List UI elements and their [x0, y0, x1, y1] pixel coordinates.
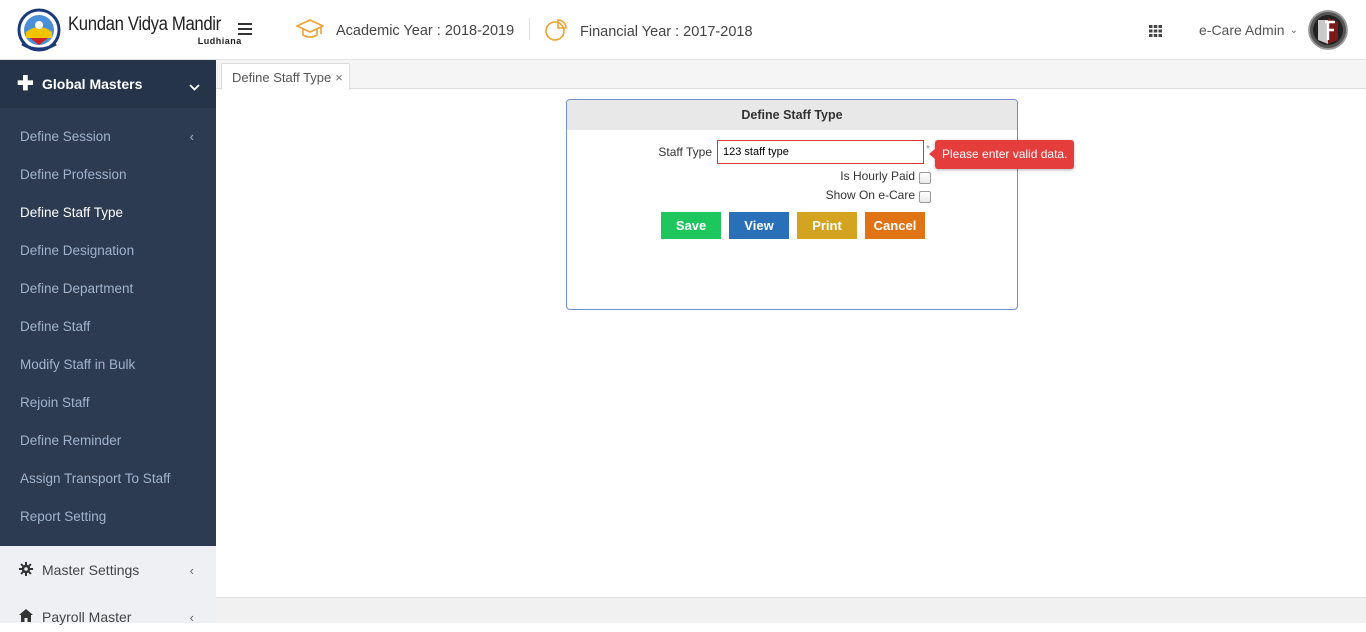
sidebar-item-label: Rejoin Staff	[20, 395, 90, 410]
tab-define-staff-type[interactable]: Define Staff Type ×	[221, 63, 350, 90]
sidebar-item-modify-staff-bulk[interactable]: Modify Staff in Bulk	[0, 346, 216, 384]
sidebar-item-label: Define Designation	[20, 243, 135, 258]
sidebar-item-label: Define Profession	[20, 167, 127, 182]
graduation-cap-icon	[295, 18, 325, 44]
sidebar-item-label: Define Session	[20, 129, 111, 144]
gear-icon	[19, 561, 42, 579]
save-button[interactable]: Save	[661, 212, 721, 239]
header-divider	[529, 18, 530, 40]
chevron-down-icon	[189, 78, 200, 96]
sidebar-item-rejoin-staff[interactable]: Rejoin Staff	[0, 384, 216, 422]
sidebar-group-label: Global Masters	[42, 76, 143, 92]
sidebar-item-define-staff[interactable]: Define Staff	[0, 308, 216, 346]
apps-grid-icon[interactable]	[1149, 24, 1162, 37]
panel-title: Define Staff Type	[567, 100, 1017, 130]
sidebar-item-label: Master Settings	[42, 562, 140, 578]
sidebar-item-define-department[interactable]: Define Department	[0, 270, 216, 308]
sidebar-item-payroll-master[interactable]: Payroll Master ‹	[0, 602, 216, 632]
financial-year: Financial Year : 2017-2018	[544, 18, 753, 46]
chevron-left-icon: ‹	[189, 562, 194, 578]
sidebar-item-report-setting[interactable]: Report Setting	[0, 498, 216, 536]
sidebar-item-label: Define Staff	[20, 319, 91, 334]
sidebar-item-label: Define Reminder	[20, 433, 122, 448]
sidebar-item-label: Report Setting	[20, 509, 107, 524]
tab-label: Define Staff Type	[232, 69, 332, 85]
footer-bar	[216, 597, 1366, 623]
print-button[interactable]: Print	[797, 212, 857, 239]
sidebar-item-define-reminder[interactable]: Define Reminder	[0, 422, 216, 460]
chevron-left-icon: ‹	[189, 609, 194, 625]
sidebar-item-define-staff-type[interactable]: Define Staff Type	[0, 194, 216, 232]
sidebar-group-global-masters[interactable]: ✚ Global Masters	[0, 60, 216, 108]
school-logo	[16, 8, 62, 54]
tab-bar: Define Staff Type ×	[216, 60, 1366, 90]
view-button[interactable]: View	[729, 212, 789, 239]
sidebar-item-assign-transport[interactable]: Assign Transport To Staff	[0, 460, 216, 498]
user-menu[interactable]: e-Care Admin ⌄	[1199, 22, 1298, 38]
sidebar-bottom-section: Master Settings ‹ Payroll Master ‹	[0, 546, 216, 625]
sidebar-item-label: Modify Staff in Bulk	[20, 357, 136, 372]
sidebar-item-label: Assign Transport To Staff	[20, 471, 171, 486]
staff-type-label: Staff Type	[658, 145, 712, 159]
cancel-button[interactable]: Cancel	[865, 212, 925, 239]
brand-name: Kundan Vidya Mandir	[68, 14, 221, 35]
menu-toggle-icon[interactable]	[238, 23, 252, 35]
pie-chart-icon	[544, 18, 568, 46]
define-staff-type-panel: Define Staff Type Staff Type * Please en…	[566, 99, 1075, 310]
hourly-paid-checkbox[interactable]	[919, 172, 931, 184]
sidebar-item-define-session[interactable]: Define Session ‹	[0, 118, 216, 156]
sidebar-item-label: Define Staff Type	[20, 205, 124, 220]
validation-error-tooltip: Please enter valid data.	[928, 140, 1075, 169]
plus-icon: ✚	[17, 73, 34, 95]
chevron-left-icon: ‹	[189, 129, 194, 144]
sidebar-list: Define Session ‹ Define Profession Define…	[0, 118, 216, 536]
user-name: e-Care Admin	[1199, 22, 1285, 38]
show-on-ecare-checkbox[interactable]	[919, 191, 931, 203]
brand-location: Ludhiana	[197, 36, 242, 46]
sidebar-item-master-settings[interactable]: Master Settings ‹	[0, 555, 216, 585]
academic-year-text: Academic Year : 2018-2019	[336, 23, 515, 39]
avatar[interactable]	[1308, 10, 1348, 50]
hourly-paid-label: Is Hourly Paid	[840, 169, 915, 183]
sidebar: ✚ Global Masters Define Session ‹ Define …	[0, 60, 216, 625]
staff-type-input[interactable]	[717, 140, 924, 164]
show-on-ecare-label: Show On e-Care	[825, 188, 915, 202]
financial-year-text: Financial Year : 2017-2018	[580, 24, 753, 40]
sidebar-item-define-profession[interactable]: Define Profession	[0, 156, 216, 194]
sidebar-item-label: Define Department	[20, 281, 134, 296]
chevron-down-icon: ⌄	[1289, 24, 1298, 36]
brand: Kundan Vidya Mandir Ludhiana	[68, 14, 242, 46]
top-header: Kundan Vidya Mandir Ludhiana Academic Ye…	[0, 0, 1366, 60]
close-icon[interactable]: ×	[335, 70, 343, 85]
sidebar-item-define-designation[interactable]: Define Designation	[0, 232, 216, 270]
academic-year: Academic Year : 2018-2019	[295, 18, 515, 44]
